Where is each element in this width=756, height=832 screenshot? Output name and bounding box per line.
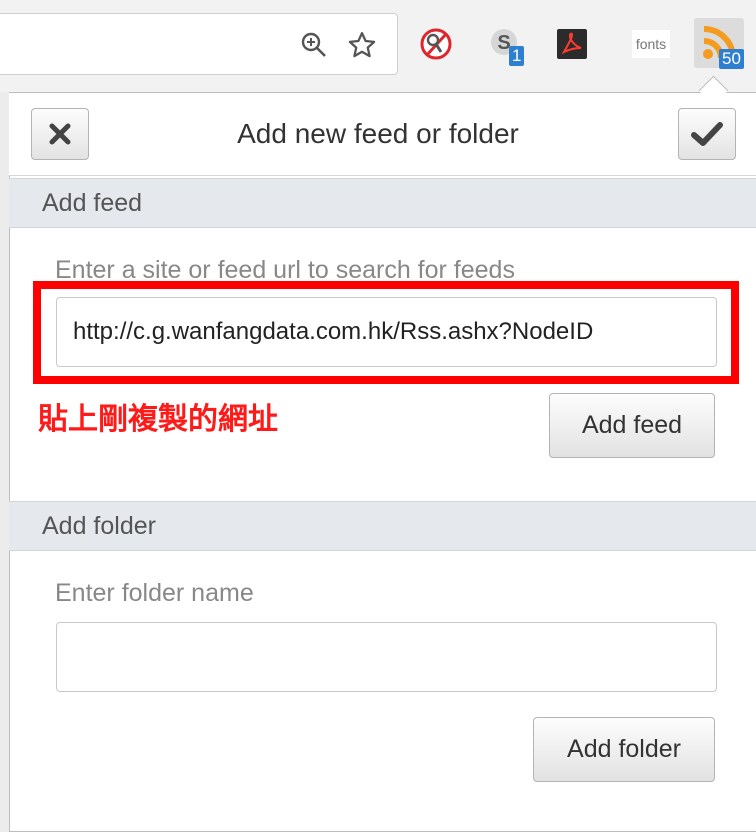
rss-extension-button[interactable]: 50 xyxy=(694,18,744,69)
bookmark-star-icon[interactable] xyxy=(344,14,380,76)
close-icon xyxy=(49,123,71,145)
popup-title: Add new feed or folder xyxy=(237,118,519,149)
folder-name-label: Enter folder name xyxy=(55,579,254,607)
skype-badge: 1 xyxy=(509,46,525,66)
fonts-extension-icon[interactable]: fonts xyxy=(624,22,678,66)
add-folder-section-header: Add folder xyxy=(9,501,756,551)
fonts-label: fonts xyxy=(631,30,671,58)
confirm-button[interactable] xyxy=(678,108,736,160)
close-button[interactable] xyxy=(31,108,89,160)
highlight-box xyxy=(33,281,739,384)
add-feed-button[interactable]: Add feed xyxy=(549,393,715,458)
magnifier-extension-icon[interactable] xyxy=(414,22,458,66)
zoom-icon[interactable] xyxy=(296,14,332,76)
add-folder-button[interactable]: Add folder xyxy=(533,717,715,782)
adobe-acrobat-icon[interactable] xyxy=(550,22,594,66)
popup-header: Add new feed or folder xyxy=(9,93,756,176)
folder-name-input[interactable] xyxy=(56,622,717,692)
checkmark-icon xyxy=(691,122,723,146)
browser-toolbar: S 1 fonts 50 xyxy=(0,0,756,92)
rss-unread-badge: 50 xyxy=(719,49,744,69)
address-bar[interactable] xyxy=(0,13,398,75)
add-feed-section-header: Add feed xyxy=(9,178,756,228)
skype-extension-icon[interactable]: S 1 xyxy=(484,22,528,66)
annotation-text: 貼上剛複製的網址 xyxy=(38,403,278,436)
